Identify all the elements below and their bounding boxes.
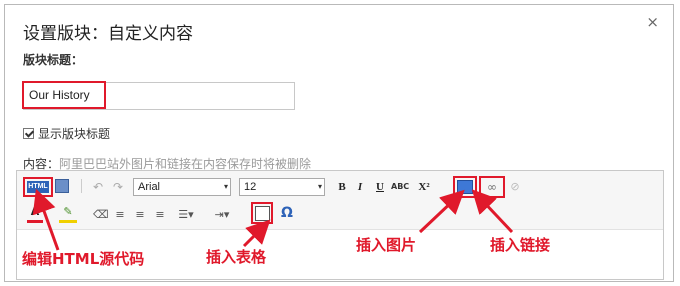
italic-button[interactable]: I <box>353 179 367 195</box>
show-title-row[interactable]: 显示版块标题 <box>23 125 110 142</box>
image-icon[interactable] <box>55 179 69 193</box>
chevron-down-icon: ▾ <box>317 182 322 191</box>
special-char-icon[interactable]: Ω <box>279 205 295 221</box>
annotation-insert-image: 插入图片 <box>356 236 417 254</box>
annotation-edit-html: 编辑HTML源代码 <box>22 250 145 268</box>
align-center-icon[interactable]: ≡ <box>133 207 147 223</box>
undo-icon[interactable]: ↶ <box>91 179 105 195</box>
insert-image-button[interactable] <box>453 176 477 198</box>
block-title-input[interactable]: Our History <box>22 81 106 109</box>
align-left-icon[interactable]: ≡ <box>113 207 127 223</box>
underline-button[interactable]: U <box>373 179 387 195</box>
dialog-title: 设置版块：自定义内容 <box>23 24 193 44</box>
table-icon <box>254 206 270 221</box>
superscript-button[interactable]: X² <box>411 179 437 195</box>
font-family-value: Arial <box>138 181 161 193</box>
font-size-value: 12 <box>244 181 257 193</box>
content-label: 内容： <box>23 157 60 171</box>
highlight-color-button[interactable]: ✎ <box>59 205 77 223</box>
list-icon[interactable]: ☰▾ <box>175 207 197 223</box>
block-title-input-box[interactable]: Our History <box>22 81 295 110</box>
insert-table-button[interactable] <box>251 202 273 224</box>
unlink-icon[interactable]: ⊘ <box>507 179 523 195</box>
link-icon: ∞ <box>487 180 497 194</box>
block-title-label: 版块标题： <box>23 53 84 67</box>
edit-html-source-button[interactable]: HTML <box>23 177 53 197</box>
editor-toolbar: HTML ↶ ↷ Arial ▾ 12 ▾ B I U ABC X² ∞ ⊘ A… <box>17 171 663 230</box>
show-title-checkbox[interactable] <box>23 128 34 139</box>
font-color-button[interactable]: A <box>27 205 43 223</box>
bold-button[interactable]: B <box>335 179 349 195</box>
insert-link-button[interactable]: ∞ <box>479 176 505 198</box>
toolbar-divider <box>81 179 82 193</box>
show-title-label: 显示版块标题 <box>38 127 111 141</box>
font-family-select[interactable]: Arial ▾ <box>133 178 231 196</box>
content-hint: 阿里巴巴站外图片和链接在内容保存时将被删除 <box>59 157 312 171</box>
annotation-insert-link: 插入链接 <box>490 236 551 254</box>
eraser-icon[interactable]: ⌫ <box>93 207 109 223</box>
redo-icon[interactable]: ↷ <box>111 179 125 195</box>
indent-icon[interactable]: ⇥▾ <box>211 207 233 223</box>
picture-icon <box>457 180 473 194</box>
annotation-insert-table: 插入表格 <box>206 248 267 266</box>
align-right-icon[interactable]: ≡ <box>153 207 167 223</box>
html-icon: HTML <box>27 181 49 193</box>
font-size-select[interactable]: 12 ▾ <box>239 178 325 196</box>
chevron-down-icon: ▾ <box>223 182 228 191</box>
strikethrough-button[interactable]: ABC <box>391 179 409 195</box>
close-icon[interactable]: × <box>646 13 659 31</box>
